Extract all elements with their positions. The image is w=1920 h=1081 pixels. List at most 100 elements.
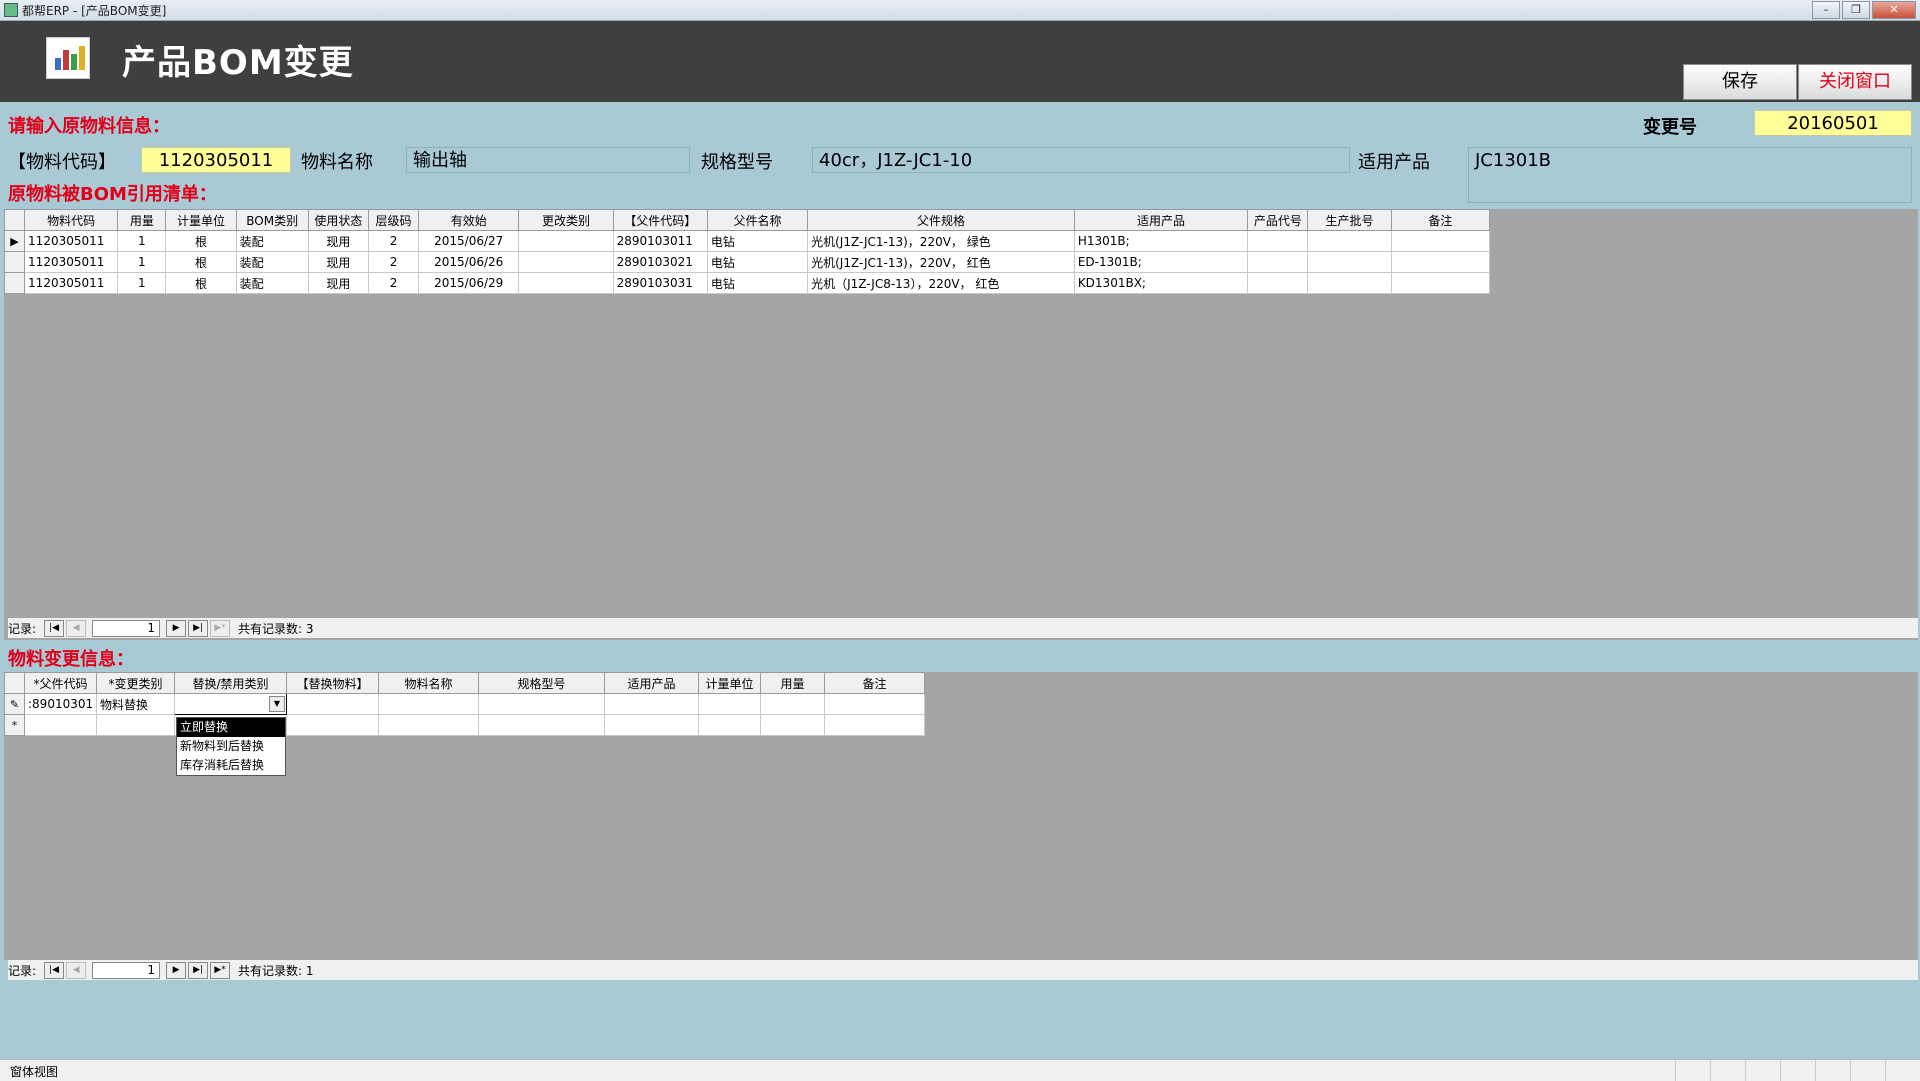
column-header[interactable]: 用量 [117,209,167,231]
table-cell[interactable]: 2 [367,251,420,273]
table-cell[interactable] [1247,230,1309,252]
table-cell[interactable] [286,714,379,736]
table-cell[interactable]: 现用 [307,230,369,252]
table-cell[interactable]: 2890103011 [612,230,708,252]
column-header[interactable]: 备注 [1390,209,1491,231]
table-cell[interactable] [1390,272,1491,294]
restore-button[interactable]: ❐ [1842,1,1870,19]
dropdown-option[interactable]: 新物料到后替换 [177,737,285,756]
column-header[interactable]: 计量单位 [165,209,237,231]
column-header[interactable]: 规格型号 [478,672,605,694]
column-header[interactable]: 使用状态 [307,209,369,231]
table-cell[interactable]: 装配 [235,272,309,294]
table-cell[interactable] [1247,272,1309,294]
column-header[interactable]: 产品代号 [1247,209,1309,231]
table-cell[interactable]: 电钻 [706,230,809,252]
column-header[interactable]: 更改类别 [518,209,614,231]
table-cell[interactable]: 装配 [235,251,309,273]
table-cell[interactable] [24,714,97,736]
column-header[interactable]: *父件代码 [24,672,97,694]
row-pointer-icon[interactable]: ▶ [3,230,26,252]
column-header[interactable]: 物料代码 [24,209,119,231]
column-header[interactable]: 适用产品 [1073,209,1249,231]
table-cell[interactable] [286,693,379,715]
table-cell[interactable]: ED-1301B; [1073,251,1249,273]
table-cell[interactable]: 电钻 [706,272,809,294]
new-record-button[interactable]: ▶* [210,961,231,979]
column-header[interactable]: 生产批号 [1307,209,1392,231]
table-cell[interactable] [824,714,925,736]
column-header[interactable]: 父件名称 [706,209,809,231]
record-number-input[interactable]: 1 [92,619,161,637]
material-code-field[interactable]: 1120305011 [141,147,291,173]
edit-pencil-icon[interactable]: ✎ [4,693,25,715]
next-record-button[interactable]: ▶ [166,961,187,979]
column-header[interactable]: BOM类别 [235,209,309,231]
table-cell[interactable]: 1 [117,272,167,294]
table-cell[interactable] [1307,230,1392,252]
replace-type-dropdown[interactable]: 立即替换 新物料到后替换 库存消耗后替换 [176,717,286,776]
table-cell[interactable] [378,714,479,736]
save-button[interactable]: 保存 [1683,64,1797,100]
table-cell[interactable]: KD1301BX; [1073,272,1249,294]
table-cell[interactable]: 2015/06/26 [418,251,520,273]
table-cell[interactable]: 2 [367,230,420,252]
table-cell[interactable]: H1301B; [1073,230,1249,252]
table-cell[interactable] [518,230,614,252]
table-cell[interactable]: 2890103021 [612,251,708,273]
table-cell[interactable]: 1 [117,251,167,273]
table-cell[interactable] [760,693,825,715]
column-header[interactable]: 替换/禁用类别 [174,672,287,694]
column-header[interactable]: 物料名称 [378,672,479,694]
last-record-button[interactable]: ▶| [188,619,209,637]
table-row[interactable]: ✎ :89010301 物料替换 ▼ [4,693,925,715]
column-header[interactable]: *变更类别 [96,672,175,694]
row-selector[interactable] [3,251,26,273]
table-cell[interactable]: 2015/06/29 [418,272,520,294]
table-cell[interactable]: :89010301 [24,693,97,715]
table-cell[interactable]: 光机（J1Z-JC8-13），220V， 红色 [807,272,1075,294]
table-cell[interactable] [1390,230,1491,252]
spec-field[interactable]: 40cr，J1Z-JC1-10 [812,147,1350,173]
new-row-icon[interactable]: * [4,714,25,736]
table-cell[interactable]: 光机(J1Z-JC1-13)，220V， 红色 [807,251,1075,273]
table-cell[interactable]: 根 [165,230,237,252]
new-row[interactable]: * [4,714,925,736]
dropdown-option[interactable]: 库存消耗后替换 [177,756,285,775]
table-cell[interactable]: 1120305011 [24,272,119,294]
table-cell[interactable] [604,693,699,715]
column-header[interactable]: 备注 [824,672,925,694]
prev-record-button[interactable]: ◀ [66,619,87,637]
record-number-input[interactable]: 1 [92,961,161,979]
prev-record-button[interactable]: ◀ [66,961,87,979]
last-record-button[interactable]: ▶| [188,961,209,979]
table-cell[interactable]: 装配 [235,230,309,252]
column-header[interactable]: 适用产品 [604,672,699,694]
table-row[interactable]: 1120305011 1 根 装配 现用 2 2015/06/29 289010… [3,272,1491,294]
table-cell[interactable] [760,714,825,736]
column-header[interactable]: 【父件代码】 [612,209,708,231]
table-cell[interactable]: 2 [367,272,420,294]
table-cell[interactable] [698,714,761,736]
table-cell[interactable] [698,693,761,715]
table-cell[interactable] [1307,272,1392,294]
row-selector[interactable] [3,272,26,294]
next-record-button[interactable]: ▶ [166,619,187,637]
close-form-button[interactable]: 关闭窗口 [1798,64,1912,100]
column-header[interactable]: 层级码 [367,209,420,231]
table-cell[interactable]: 现用 [307,272,369,294]
table-cell[interactable]: 电钻 [706,251,809,273]
table-cell[interactable]: 1 [117,230,167,252]
table-cell[interactable] [1247,251,1309,273]
material-name-field[interactable]: 输出轴 [406,147,690,173]
column-header[interactable]: 有效始 [418,209,520,231]
table-cell[interactable]: 光机(J1Z-JC1-13)，220V， 绿色 [807,230,1075,252]
first-record-button[interactable]: |◀ [44,619,65,637]
table-cell[interactable]: 2890103031 [612,272,708,294]
table-cell[interactable]: 1120305011 [24,251,119,273]
column-header[interactable]: 计量单位 [698,672,761,694]
table-cell[interactable] [604,714,699,736]
column-header[interactable]: 父件规格 [807,209,1075,231]
table-cell[interactable] [518,272,614,294]
dropdown-option[interactable]: 立即替换 [177,718,285,737]
